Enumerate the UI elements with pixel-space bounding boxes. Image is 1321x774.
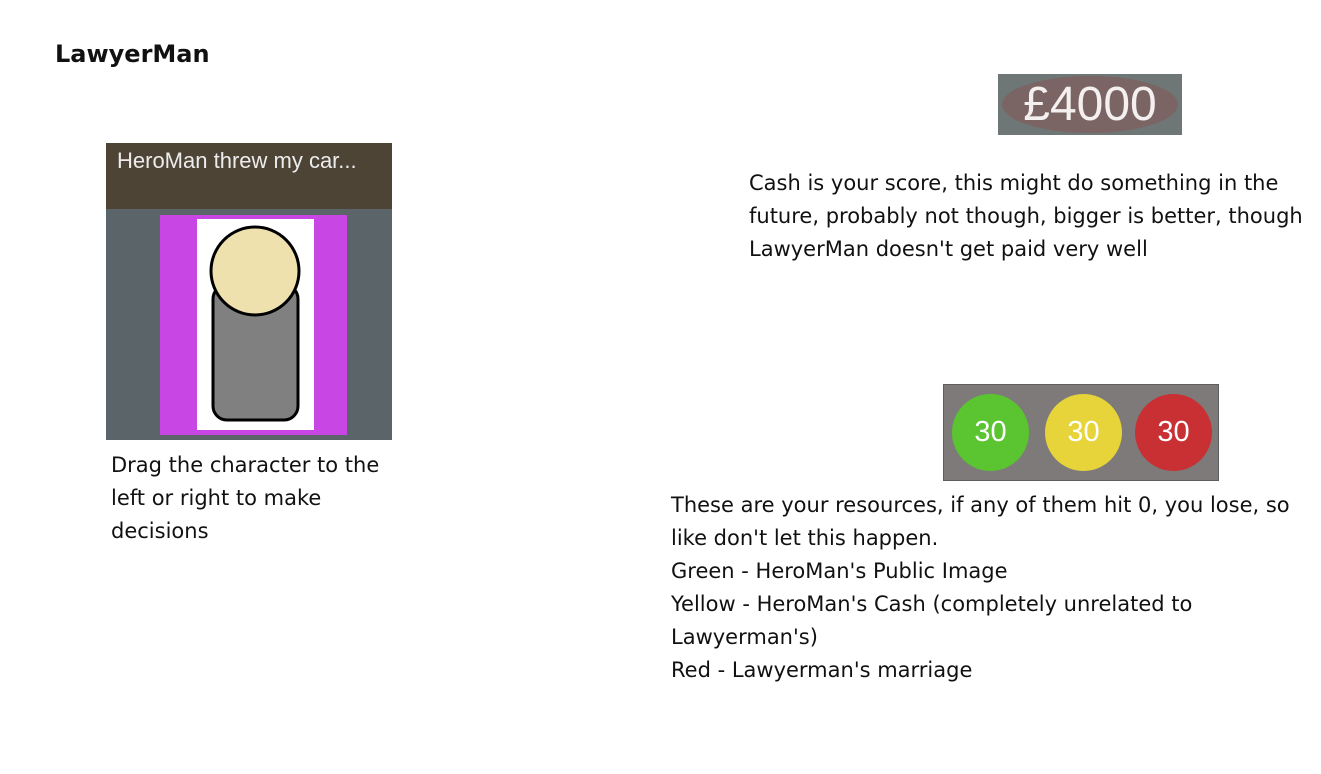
yellow-resource-icon: 30 [1045, 394, 1122, 471]
drag-instructions: Drag the character to the left or right … [111, 453, 380, 543]
red-resource-icon: 30 [1135, 394, 1212, 471]
resources-explanation: These are your resources, if any of them… [671, 489, 1311, 687]
resources-yellow-legend: Yellow - HeroMan's Cash (completely unre… [671, 592, 1193, 649]
green-resource-icon: 30 [952, 394, 1029, 471]
card-frame [160, 215, 347, 435]
lawyer-character-icon[interactable] [197, 219, 314, 430]
page-title: LawyerMan [55, 40, 210, 68]
resources-red-legend: Red - Lawyerman's marriage [671, 658, 973, 682]
resources-intro: These are your resources, if any of them… [671, 493, 1290, 550]
resources-green-legend: Green - HeroMan's Public Image [671, 559, 1008, 583]
cash-display: £4000 [998, 74, 1182, 135]
character-portrait [197, 219, 314, 430]
decision-card[interactable]: HeroMan threw my car... [106, 143, 392, 440]
cash-explanation: Cash is your score, this might do someth… [749, 171, 1303, 261]
resources-panel: 30 30 30 [943, 384, 1219, 481]
cash-value: £4000 [1023, 78, 1157, 131]
card-header-text: HeroMan threw my car... [106, 143, 392, 209]
